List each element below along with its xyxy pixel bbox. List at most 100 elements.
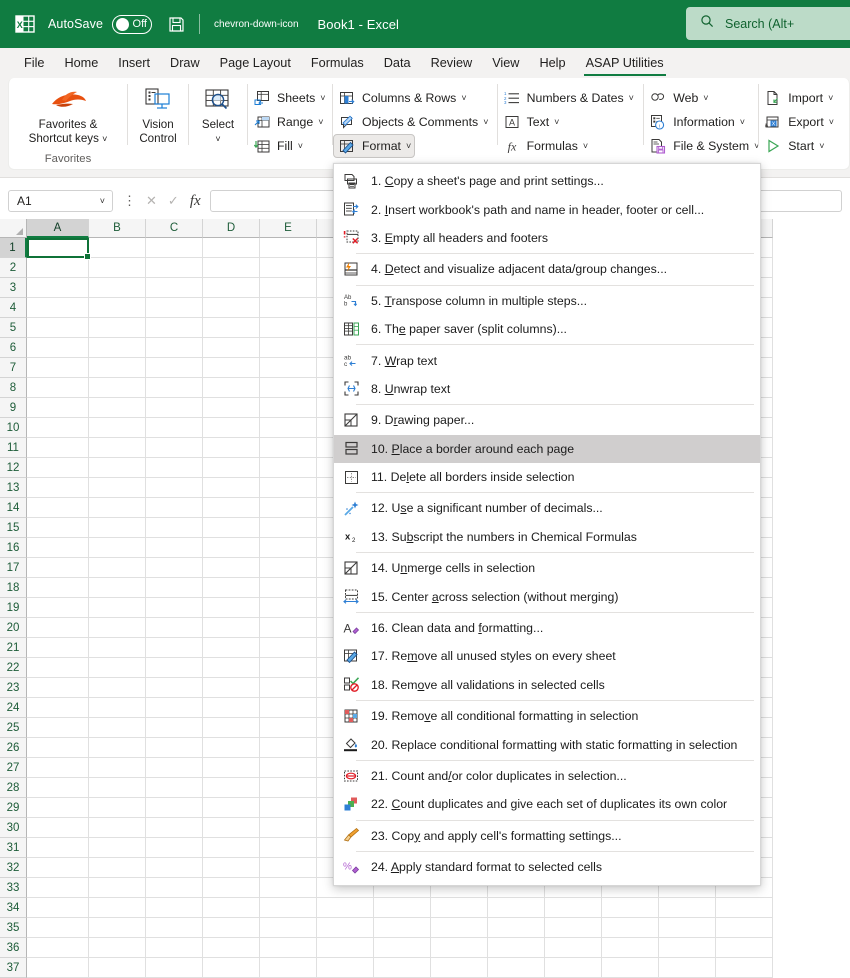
cell-D26[interactable] (203, 738, 260, 758)
row-header-1[interactable]: 1 (0, 238, 27, 258)
cell-A2[interactable] (27, 258, 89, 278)
row-header-23[interactable]: 23 (0, 678, 27, 698)
cell-A32[interactable] (27, 858, 89, 878)
cell-D21[interactable] (203, 638, 260, 658)
cell-B11[interactable] (89, 438, 146, 458)
cell-D4[interactable] (203, 298, 260, 318)
cell-H35[interactable] (431, 918, 488, 938)
cell-B24[interactable] (89, 698, 146, 718)
cell-J35[interactable] (545, 918, 602, 938)
cell-L36[interactable] (659, 938, 716, 958)
export-menu-button[interactable]: X Export ˅ (759, 110, 849, 134)
row-header-30[interactable]: 30 (0, 818, 27, 838)
menu-item-18[interactable]: 18. Remove all validations in selected c… (334, 671, 760, 699)
row-header-25[interactable]: 25 (0, 718, 27, 738)
chevron-down-icon[interactable]: ˅ (215, 132, 220, 146)
cell-E3[interactable] (260, 278, 317, 298)
cell-A6[interactable] (27, 338, 89, 358)
cell-K37[interactable] (602, 958, 659, 978)
cell-G37[interactable] (374, 958, 431, 978)
cell-C36[interactable] (146, 938, 203, 958)
cell-D10[interactable] (203, 418, 260, 438)
search-input[interactable]: Search (Alt+ (686, 7, 850, 40)
cell-I35[interactable] (488, 918, 545, 938)
cell-D22[interactable] (203, 658, 260, 678)
menu-item-10[interactable]: 10. Place a border around each page (334, 434, 760, 463)
cell-A19[interactable] (27, 598, 89, 618)
menu-item-19[interactable]: 19. Remove all conditional formatting in… (334, 702, 760, 730)
cell-B27[interactable] (89, 758, 146, 778)
cell-A21[interactable] (27, 638, 89, 658)
tab-review[interactable]: Review (421, 48, 483, 78)
chevron-down-icon[interactable]: ˅ (461, 93, 466, 103)
cell-E5[interactable] (260, 318, 317, 338)
chevron-down-icon[interactable]: ˅ (298, 141, 303, 151)
menu-item-20[interactable]: 20. Replace conditional formatting with … (334, 730, 760, 758)
cell-E19[interactable] (260, 598, 317, 618)
cell-B9[interactable] (89, 398, 146, 418)
cell-C30[interactable] (146, 818, 203, 838)
cell-D24[interactable] (203, 698, 260, 718)
cell-B17[interactable] (89, 558, 146, 578)
cell-H37[interactable] (431, 958, 488, 978)
cell-B30[interactable] (89, 818, 146, 838)
cell-E14[interactable] (260, 498, 317, 518)
row-header-29[interactable]: 29 (0, 798, 27, 818)
cell-C27[interactable] (146, 758, 203, 778)
cell-E33[interactable] (260, 878, 317, 898)
cell-B37[interactable] (89, 958, 146, 978)
cell-B32[interactable] (89, 858, 146, 878)
cell-E2[interactable] (260, 258, 317, 278)
menu-item-2[interactable]: 2. Insert workbook's path and name in he… (334, 195, 760, 223)
cell-B6[interactable] (89, 338, 146, 358)
cell-D35[interactable] (203, 918, 260, 938)
row-header-22[interactable]: 22 (0, 658, 27, 678)
menu-item-1[interactable]: 1. Copy a sheet's page and print setting… (334, 167, 760, 195)
cell-D18[interactable] (203, 578, 260, 598)
cell-A27[interactable] (27, 758, 89, 778)
cell-C16[interactable] (146, 538, 203, 558)
row-header-18[interactable]: 18 (0, 578, 27, 598)
cell-B10[interactable] (89, 418, 146, 438)
row-header-13[interactable]: 13 (0, 478, 27, 498)
cell-C14[interactable] (146, 498, 203, 518)
cell-C5[interactable] (146, 318, 203, 338)
cell-E28[interactable] (260, 778, 317, 798)
cell-C17[interactable] (146, 558, 203, 578)
range-menu-button[interactable]: Range ˅ (248, 110, 332, 134)
cell-I36[interactable] (488, 938, 545, 958)
cell-H34[interactable] (431, 898, 488, 918)
cell-E17[interactable] (260, 558, 317, 578)
cell-E26[interactable] (260, 738, 317, 758)
cell-D7[interactable] (203, 358, 260, 378)
cell-C8[interactable] (146, 378, 203, 398)
cell-B7[interactable] (89, 358, 146, 378)
format-dropdown-menu[interactable]: 1. Copy a sheet's page and print setting… (333, 163, 761, 887)
cell-B19[interactable] (89, 598, 146, 618)
menu-item-23[interactable]: 23. Copy and apply cell's formatting set… (334, 822, 760, 850)
cell-D8[interactable] (203, 378, 260, 398)
enter-check-icon[interactable]: ✓ (168, 193, 179, 209)
cell-E10[interactable] (260, 418, 317, 438)
row-header-19[interactable]: 19 (0, 598, 27, 618)
cell-D1[interactable] (203, 238, 260, 258)
cell-C4[interactable] (146, 298, 203, 318)
cell-I37[interactable] (488, 958, 545, 978)
cell-A36[interactable] (27, 938, 89, 958)
cell-B26[interactable] (89, 738, 146, 758)
cell-C26[interactable] (146, 738, 203, 758)
cell-M36[interactable] (716, 938, 773, 958)
cell-B1[interactable] (89, 238, 146, 258)
cell-F37[interactable] (317, 958, 374, 978)
cell-B5[interactable] (89, 318, 146, 338)
row-header-8[interactable]: 8 (0, 378, 27, 398)
cell-C6[interactable] (146, 338, 203, 358)
menu-item-9[interactable]: 9. Drawing paper... (334, 406, 760, 434)
cell-B16[interactable] (89, 538, 146, 558)
cell-D31[interactable] (203, 838, 260, 858)
cell-C20[interactable] (146, 618, 203, 638)
cell-A7[interactable] (27, 358, 89, 378)
cell-D3[interactable] (203, 278, 260, 298)
cell-M34[interactable] (716, 898, 773, 918)
chevron-down-icon[interactable]: ˅ (629, 93, 634, 103)
